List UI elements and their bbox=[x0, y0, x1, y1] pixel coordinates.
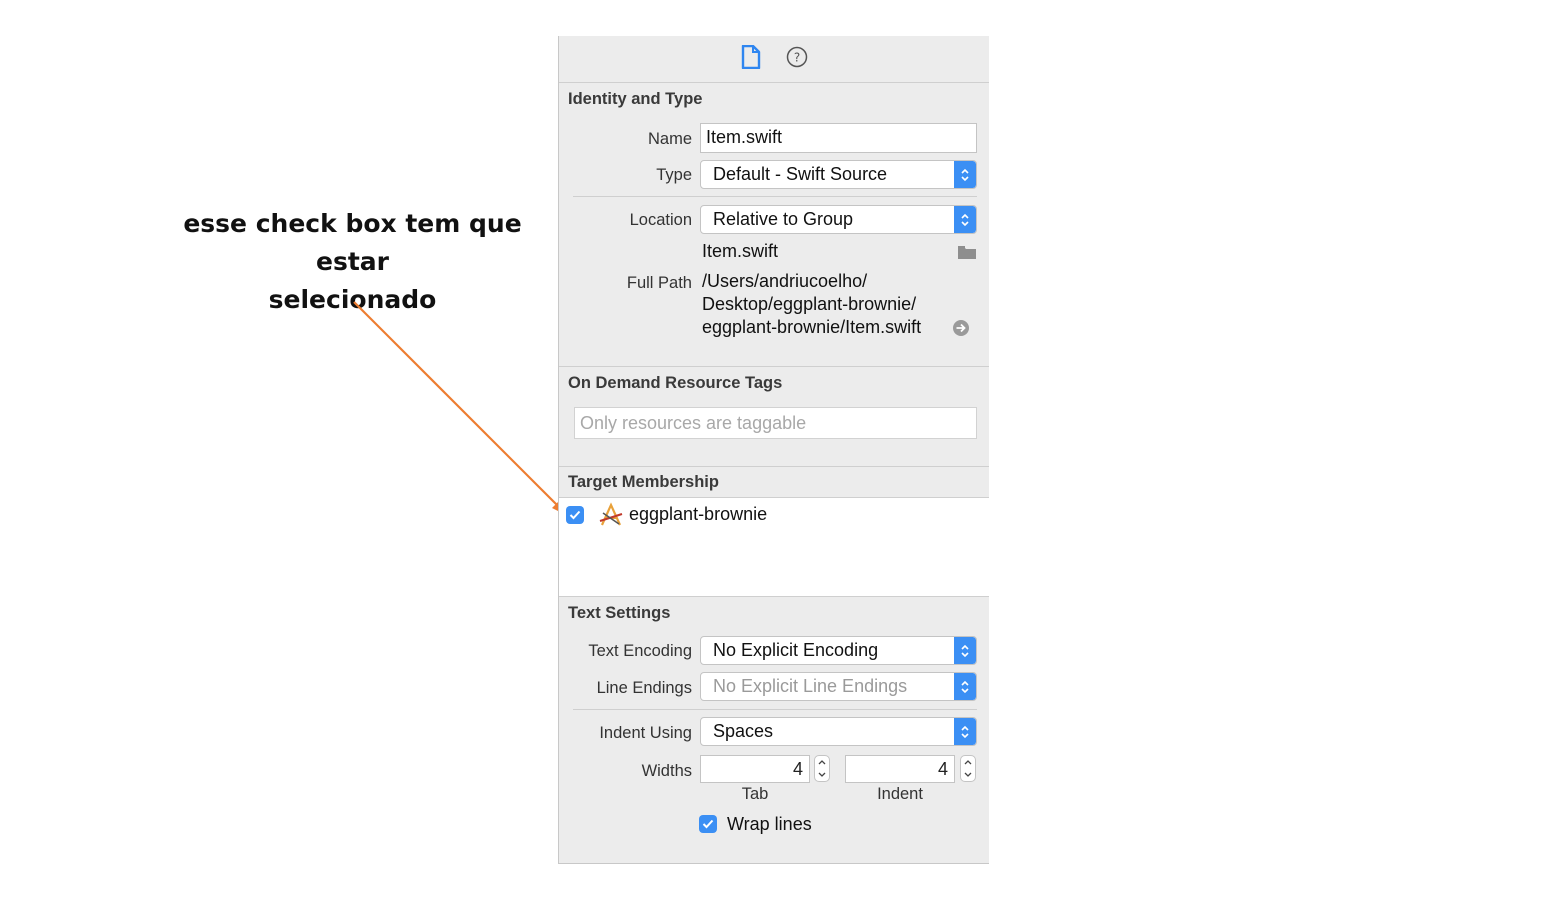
text-settings-section-title: Text Settings bbox=[568, 604, 671, 622]
line-endings-popup-value: No Explicit Line Endings bbox=[713, 676, 908, 696]
indent-using-label: Indent Using bbox=[599, 724, 692, 742]
reveal-arrow-icon[interactable] bbox=[952, 319, 970, 342]
target-checkbox[interactable] bbox=[566, 506, 584, 524]
identity-section-title: Identity and Type bbox=[568, 90, 703, 108]
tab-width-field[interactable]: 4 bbox=[700, 755, 810, 783]
fullpath-line-2: Desktop/eggplant-brownie/ bbox=[702, 294, 917, 314]
tab-label: Tab bbox=[741, 785, 769, 803]
stepper-up-icon bbox=[818, 759, 826, 765]
divider bbox=[573, 709, 977, 710]
app-target-icon bbox=[597, 502, 625, 533]
wrap-lines-label: Wrap lines bbox=[727, 814, 812, 834]
indent-using-popup[interactable]: Spaces bbox=[700, 717, 977, 746]
type-popup-value: Default - Swift Source bbox=[713, 164, 888, 184]
inspector-tab-bar: ? bbox=[559, 36, 989, 83]
type-label: Type bbox=[656, 166, 692, 184]
location-filename: Item.swift bbox=[702, 241, 779, 261]
popup-chevron-icon bbox=[954, 637, 976, 664]
location-label: Location bbox=[629, 211, 692, 229]
section-divider bbox=[559, 366, 989, 367]
encoding-popup[interactable]: No Explicit Encoding bbox=[700, 636, 977, 665]
wrap-lines-checkbox[interactable] bbox=[699, 815, 717, 833]
widths-label: Widths bbox=[641, 762, 692, 780]
popup-chevron-icon bbox=[954, 206, 976, 233]
arrow-shaft bbox=[353, 301, 559, 507]
fullpath-line-3: eggplant-brownie/Item.swift bbox=[702, 317, 922, 337]
name-field[interactable]: Item.swift bbox=[700, 123, 977, 153]
folder-icon[interactable] bbox=[957, 244, 977, 265]
divider bbox=[573, 196, 977, 197]
file-icon[interactable] bbox=[740, 44, 762, 74]
name-label: Name bbox=[647, 130, 692, 148]
encoding-popup-value: No Explicit Encoding bbox=[713, 640, 879, 660]
stepper-down-icon bbox=[964, 772, 972, 778]
section-divider bbox=[559, 466, 989, 467]
line-endings-label: Line Endings bbox=[596, 679, 692, 697]
help-icon[interactable]: ? bbox=[786, 46, 808, 73]
fullpath-label: Full Path bbox=[626, 274, 692, 292]
stepper-up-icon bbox=[964, 759, 972, 765]
membership-section-title: Target Membership bbox=[568, 473, 719, 491]
indent-width-field[interactable]: 4 bbox=[845, 755, 955, 783]
indent-using-popup-value: Spaces bbox=[713, 721, 774, 741]
tags-section-title: On Demand Resource Tags bbox=[568, 374, 783, 392]
membership-list: eggplant-brownie bbox=[559, 498, 989, 596]
location-popup-value: Relative to Group bbox=[713, 209, 854, 229]
section-divider bbox=[559, 596, 989, 597]
stepper-down-icon bbox=[818, 772, 826, 778]
tags-field: Only resources are taggable bbox=[574, 407, 977, 439]
indent-label: Indent bbox=[877, 785, 923, 803]
popup-chevron-icon bbox=[954, 673, 976, 700]
location-popup[interactable]: Relative to Group bbox=[700, 205, 977, 234]
line-endings-popup[interactable]: No Explicit Line Endings bbox=[700, 672, 977, 701]
fullpath-line-1: /Users/andriucoelho/ bbox=[702, 271, 868, 291]
encoding-label: Text Encoding bbox=[588, 642, 692, 660]
type-popup[interactable]: Default - Swift Source bbox=[700, 160, 977, 189]
target-name: eggplant-brownie bbox=[629, 504, 768, 524]
file-inspector-panel: ? Identity and Type Name Item.swift Type… bbox=[558, 36, 989, 864]
tab-width-stepper[interactable] bbox=[814, 755, 830, 782]
tags-placeholder: Only resources are taggable bbox=[580, 413, 807, 433]
indent-width-stepper[interactable] bbox=[960, 755, 976, 782]
popup-chevron-icon bbox=[954, 718, 976, 745]
svg-text:?: ? bbox=[794, 50, 800, 64]
popup-chevron-icon bbox=[954, 161, 976, 188]
